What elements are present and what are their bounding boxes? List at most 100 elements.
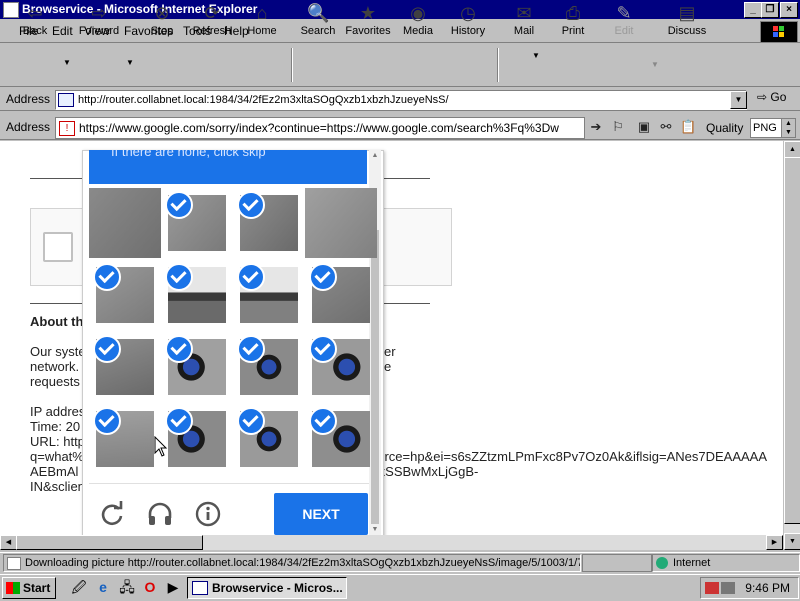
scroll-right-icon[interactable]: ▶: [766, 535, 783, 550]
tray-volume-icon[interactable]: [721, 582, 735, 594]
toolbar-separator: [291, 48, 293, 82]
info-icon[interactable]: [194, 500, 222, 528]
internet-explorer-icon[interactable]: e: [94, 578, 112, 596]
home-button[interactable]: ⌂ Home: [235, 2, 289, 40]
query-line: q=what%: [30, 449, 84, 464]
address-input[interactable]: http://router.collabnet.local:1984/34/2f…: [55, 90, 747, 110]
tile-selected-check-icon: [165, 407, 193, 435]
browservice-address-input[interactable]: ! https://www.google.com/sorry/index?cont…: [55, 117, 585, 139]
back-button[interactable]: ⇦ Back: [8, 2, 62, 40]
bookmark-icon[interactable]: ⚐: [610, 119, 626, 135]
para-line-end: er: [384, 344, 396, 359]
back-arrow-icon: ⇦: [27, 3, 43, 23]
show-desktop-icon[interactable]: 🖉: [70, 578, 88, 596]
opera-icon[interactable]: O: [141, 578, 159, 596]
forward-dropdown-icon[interactable]: ▼: [126, 58, 134, 67]
reload-icon[interactable]: [98, 500, 126, 528]
history-button[interactable]: ◷ History: [441, 2, 495, 40]
discuss-icon: ▤: [678, 3, 696, 23]
go-arrow-icon: ⇨: [757, 90, 768, 104]
tile-selected-check-icon: [237, 191, 265, 219]
minimize-button[interactable]: _: [744, 2, 762, 18]
para-line: Our syste: [30, 344, 86, 359]
forward-arrow-icon: ⇨: [91, 3, 107, 23]
discuss-button[interactable]: ▤ Discuss: [660, 2, 714, 40]
page-horizontal-scrollbar[interactable]: ◀ ▶: [0, 535, 783, 550]
tray-network-icon[interactable]: [705, 582, 719, 594]
clipboard-icon[interactable]: 📋: [680, 119, 696, 135]
tile-selected-check-icon: [165, 263, 193, 291]
favorites-folder-icon: ★: [359, 3, 377, 23]
start-button[interactable]: Start: [2, 577, 56, 599]
tile-selected-check-icon: [93, 335, 121, 363]
edit-dropdown-icon[interactable]: ▼: [651, 60, 659, 69]
query-line-end: ource=hp&ei=s6sZZtzmLPmFxc8Pv7Oz0Ak&ifls…: [370, 449, 768, 464]
go-arrow-icon[interactable]: ➔: [588, 119, 604, 135]
favorites-button[interactable]: ★ Favorites: [341, 2, 395, 40]
page-icon: [58, 93, 74, 107]
page-hscroll-thumb[interactable]: [16, 535, 203, 550]
download-page-icon: [7, 557, 21, 570]
search-button[interactable]: 🔍 Search: [291, 2, 345, 40]
mail-dropdown-icon[interactable]: ▼: [532, 51, 540, 60]
home-icon: ⌂: [256, 3, 268, 23]
zone-text: Internet: [673, 557, 711, 569]
find-icon[interactable]: ⚯: [658, 119, 674, 135]
printer-icon: ⎙: [565, 3, 581, 23]
time-line: Time: 20: [30, 419, 81, 434]
captcha-tile-image: [89, 188, 161, 258]
restore-button[interactable]: ❐: [761, 2, 779, 18]
browservice-url: https://www.google.com/sorry/index?conti…: [79, 121, 559, 135]
stop-button[interactable]: ⊗ Stop: [135, 2, 189, 40]
edit-page-icon: ✎: [616, 3, 632, 23]
media-button[interactable]: ◉ Media: [391, 2, 445, 40]
scroll-down-icon[interactable]: ▼: [371, 526, 379, 534]
stop-icon: ⊗: [154, 3, 170, 23]
address-label: Address: [6, 92, 51, 106]
status-text-panel: Downloading picture http://router.collab…: [3, 554, 581, 572]
network-icon[interactable]: 🖧: [118, 578, 136, 596]
system-tray: 9:46 PM: [700, 577, 799, 599]
tile-selected-check-icon: [237, 263, 265, 291]
page-scroll-thumb[interactable]: [784, 157, 800, 524]
search-icon: 🔍: [307, 3, 330, 23]
captcha-tile[interactable]: [305, 188, 377, 258]
captcha-footer-divider: [89, 483, 369, 484]
para-line: network.: [30, 359, 80, 374]
close-button[interactable]: ×: [780, 2, 798, 18]
recaptcha-checkbox[interactable]: [43, 232, 73, 262]
taskbar-task-browservice[interactable]: Browservice - Micros...: [187, 577, 347, 599]
media-icon: ◉: [410, 3, 426, 23]
windows-logo-icon: [760, 21, 798, 43]
refresh-button[interactable]: ⟳ Refresh: [185, 2, 239, 40]
tile-selected-check-icon: [237, 335, 265, 363]
clock: 9:46 PM: [745, 581, 790, 595]
scroll-up-icon[interactable]: ▲: [784, 141, 800, 158]
tile-selected-check-icon: [93, 263, 121, 291]
back-dropdown-icon[interactable]: ▼: [63, 58, 71, 67]
insecure-warning-icon: !: [59, 121, 75, 136]
bookmarks-list-icon[interactable]: ▣: [636, 119, 652, 135]
about-heading: About th: [30, 314, 84, 329]
page-vertical-scrollbar[interactable]: ▲ ▼: [783, 141, 800, 550]
print-button[interactable]: ⎙ Print: [546, 2, 600, 40]
forward-button[interactable]: ⇨ Forward: [72, 2, 126, 40]
captcha-instruction: If there are none, click skip: [111, 150, 266, 159]
quality-select[interactable]: PNG: [750, 118, 784, 138]
query-line: IN&sclien: [30, 479, 85, 494]
edit-button[interactable]: ✎ Edit: [597, 2, 651, 40]
scroll-left-icon[interactable]: ◀: [0, 535, 17, 550]
headphones-icon[interactable]: [146, 500, 174, 528]
scroll-up-icon[interactable]: ▲: [371, 152, 379, 160]
captcha-tile[interactable]: [89, 188, 161, 258]
next-button[interactable]: NEXT: [274, 493, 368, 535]
quality-spinner[interactable]: ▲ ▼: [781, 118, 796, 138]
scroll-down-icon[interactable]: ▼: [784, 533, 800, 550]
go-button[interactable]: ⇨ Go: [757, 90, 786, 104]
captcha-header: If there are none, click skip: [89, 150, 367, 184]
captcha-tile-image: [305, 188, 377, 258]
media-player-icon[interactable]: ▶: [164, 578, 182, 596]
mail-button[interactable]: ✉ Mail: [497, 2, 551, 40]
address-dropdown-icon[interactable]: ▼: [730, 91, 747, 109]
refresh-icon: ⟳: [204, 3, 220, 23]
